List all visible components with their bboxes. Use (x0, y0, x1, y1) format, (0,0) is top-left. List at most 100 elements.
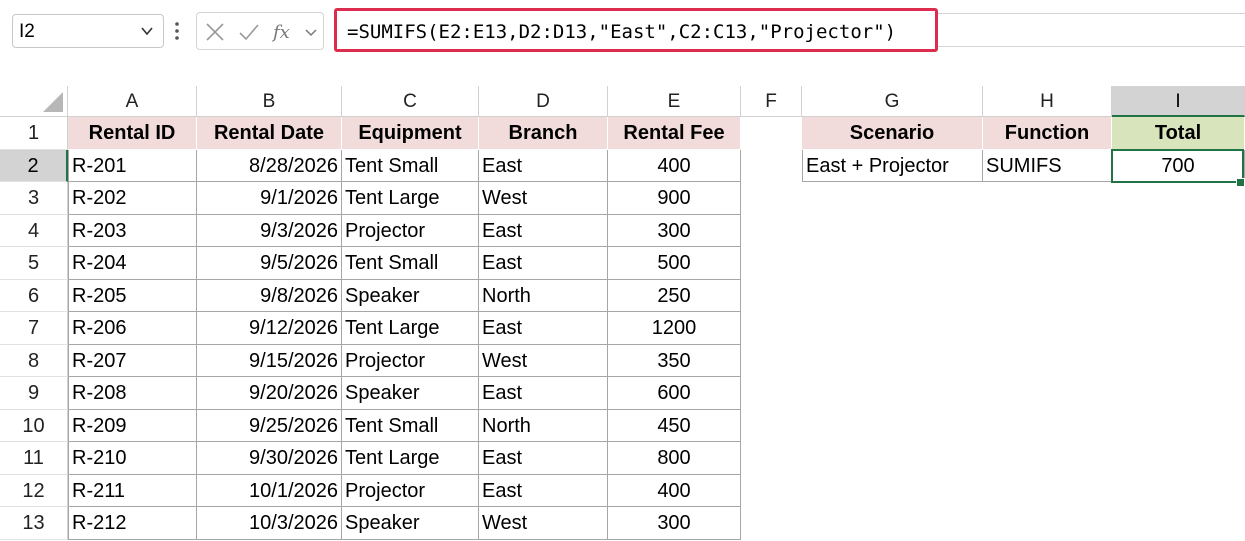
row-header[interactable]: 12 (0, 474, 68, 507)
cell-rental-date[interactable]: 8/28/2026 (197, 149, 342, 182)
cell-equipment[interactable]: Projector (342, 474, 479, 507)
row-header[interactable]: 10 (0, 409, 68, 442)
cell-rental-fee[interactable]: 350 (608, 344, 741, 377)
column-header-e[interactable]: E (608, 86, 741, 117)
cell-branch[interactable]: West (479, 507, 608, 540)
cell-rental-date[interactable]: 9/1/2026 (197, 182, 342, 215)
row-header[interactable]: 4 (0, 214, 68, 247)
cell-rental-fee[interactable]: 400 (608, 149, 741, 182)
column-header-g[interactable]: G (802, 86, 983, 117)
select-all-button[interactable] (0, 86, 68, 117)
more-options-icon[interactable] (172, 18, 182, 44)
cell-rental-id[interactable]: R-205 (68, 279, 197, 312)
column-header-d[interactable]: D (479, 86, 608, 117)
cell-rental-date[interactable]: 10/1/2026 (197, 474, 342, 507)
cell-branch[interactable]: East (479, 214, 608, 247)
column-header-c[interactable]: C (342, 86, 479, 117)
cell-rental-fee[interactable]: 1200 (608, 312, 741, 345)
cell-equipment[interactable]: Tent Large (342, 312, 479, 345)
close-icon[interactable] (203, 20, 227, 44)
cell-branch[interactable]: East (479, 474, 608, 507)
cell-rental-id[interactable]: R-209 (68, 409, 197, 442)
column-header-i[interactable]: I (1112, 86, 1245, 117)
cell-rental-id[interactable]: R-202 (68, 182, 197, 215)
row-header[interactable]: 2 (0, 149, 68, 182)
cell-rental-fee[interactable]: 600 (608, 377, 741, 410)
summary-header-function[interactable]: Function (983, 117, 1112, 150)
cell-rental-id[interactable]: R-201 (68, 149, 197, 182)
name-box[interactable]: I2 (12, 14, 164, 48)
formula-input[interactable]: =SUMIFS(E2:E13,D2:D13,"East",C2:C13,"Pro… (334, 8, 938, 52)
cell-equipment[interactable]: Speaker (342, 279, 479, 312)
cell-rental-date[interactable]: 9/20/2026 (197, 377, 342, 410)
cell-equipment[interactable]: Projector (342, 344, 479, 377)
row-header[interactable]: 5 (0, 247, 68, 280)
cell-rental-id[interactable]: R-212 (68, 507, 197, 540)
cell-rental-fee[interactable]: 800 (608, 442, 741, 475)
cell-rental-id[interactable]: R-203 (68, 214, 197, 247)
cell-rental-fee[interactable]: 400 (608, 474, 741, 507)
cell-rental-date[interactable]: 9/30/2026 (197, 442, 342, 475)
row-header[interactable]: 3 (0, 182, 68, 215)
cell-rental-date[interactable]: 10/3/2026 (197, 507, 342, 540)
row-header[interactable]: 8 (0, 344, 68, 377)
cell-equipment[interactable]: Projector (342, 214, 479, 247)
cell-rental-fee[interactable]: 300 (608, 507, 741, 540)
table-header-rental-fee[interactable]: Rental Fee (608, 117, 741, 150)
formula-input-extension[interactable] (938, 13, 1245, 47)
cell-branch[interactable]: North (479, 279, 608, 312)
cell-equipment[interactable]: Tent Small (342, 409, 479, 442)
column-header-a[interactable]: A (68, 86, 197, 117)
cell-branch[interactable]: North (479, 409, 608, 442)
fill-handle[interactable] (1236, 178, 1245, 187)
row-header[interactable]: 6 (0, 279, 68, 312)
cell-rental-id[interactable]: R-204 (68, 247, 197, 280)
cell-rental-fee[interactable]: 900 (608, 182, 741, 215)
row-header[interactable]: 11 (0, 442, 68, 475)
table-header-rental-id[interactable]: Rental ID (68, 117, 197, 150)
cell-rental-fee[interactable]: 250 (608, 279, 741, 312)
table-header-rental-date[interactable]: Rental Date (197, 117, 342, 150)
cell-rental-fee[interactable]: 300 (608, 214, 741, 247)
cell-equipment[interactable]: Tent Large (342, 182, 479, 215)
row-header[interactable]: 7 (0, 312, 68, 345)
summary-header-total[interactable]: Total (1112, 117, 1245, 150)
cell-branch[interactable]: West (479, 344, 608, 377)
summary-header-scenario[interactable]: Scenario (802, 117, 983, 150)
table-header-branch[interactable]: Branch (479, 117, 608, 150)
cell-branch[interactable]: East (479, 312, 608, 345)
check-icon[interactable] (237, 20, 261, 44)
cell-branch[interactable]: East (479, 377, 608, 410)
cell-rental-id[interactable]: R-207 (68, 344, 197, 377)
cell-rental-id[interactable]: R-210 (68, 442, 197, 475)
cell-branch[interactable]: East (479, 442, 608, 475)
summary-cell-function[interactable]: SUMIFS (983, 149, 1112, 182)
row-header[interactable]: 9 (0, 377, 68, 410)
cell-equipment[interactable]: Speaker (342, 377, 479, 410)
cell-branch[interactable]: East (479, 247, 608, 280)
fx-icon[interactable]: fx (271, 20, 301, 44)
cell-rental-date[interactable]: 9/25/2026 (197, 409, 342, 442)
chevron-down-icon[interactable] (303, 20, 319, 44)
table-header-equipment[interactable]: Equipment (342, 117, 479, 150)
cell-rental-id[interactable]: R-211 (68, 474, 197, 507)
cell-equipment[interactable]: Tent Small (342, 149, 479, 182)
cell-branch[interactable]: West (479, 182, 608, 215)
row-header[interactable]: 13 (0, 507, 68, 540)
column-header-h[interactable]: H (983, 86, 1112, 117)
cell-rental-date[interactable]: 9/8/2026 (197, 279, 342, 312)
column-header-b[interactable]: B (197, 86, 342, 117)
cell-equipment[interactable]: Tent Small (342, 247, 479, 280)
cell-rental-date[interactable]: 9/12/2026 (197, 312, 342, 345)
cell-rental-date[interactable]: 9/15/2026 (197, 344, 342, 377)
row-header[interactable]: 1 (0, 117, 68, 150)
cell-rental-fee[interactable]: 450 (608, 409, 741, 442)
cell-branch[interactable]: East (479, 149, 608, 182)
cell-rental-date[interactable]: 9/3/2026 (197, 214, 342, 247)
cell-rental-id[interactable]: R-208 (68, 377, 197, 410)
column-header-f[interactable]: F (741, 86, 802, 117)
cell-equipment[interactable]: Speaker (342, 507, 479, 540)
cell-equipment[interactable]: Tent Large (342, 442, 479, 475)
cell-rental-id[interactable]: R-206 (68, 312, 197, 345)
summary-cell-scenario[interactable]: East + Projector (802, 149, 983, 182)
